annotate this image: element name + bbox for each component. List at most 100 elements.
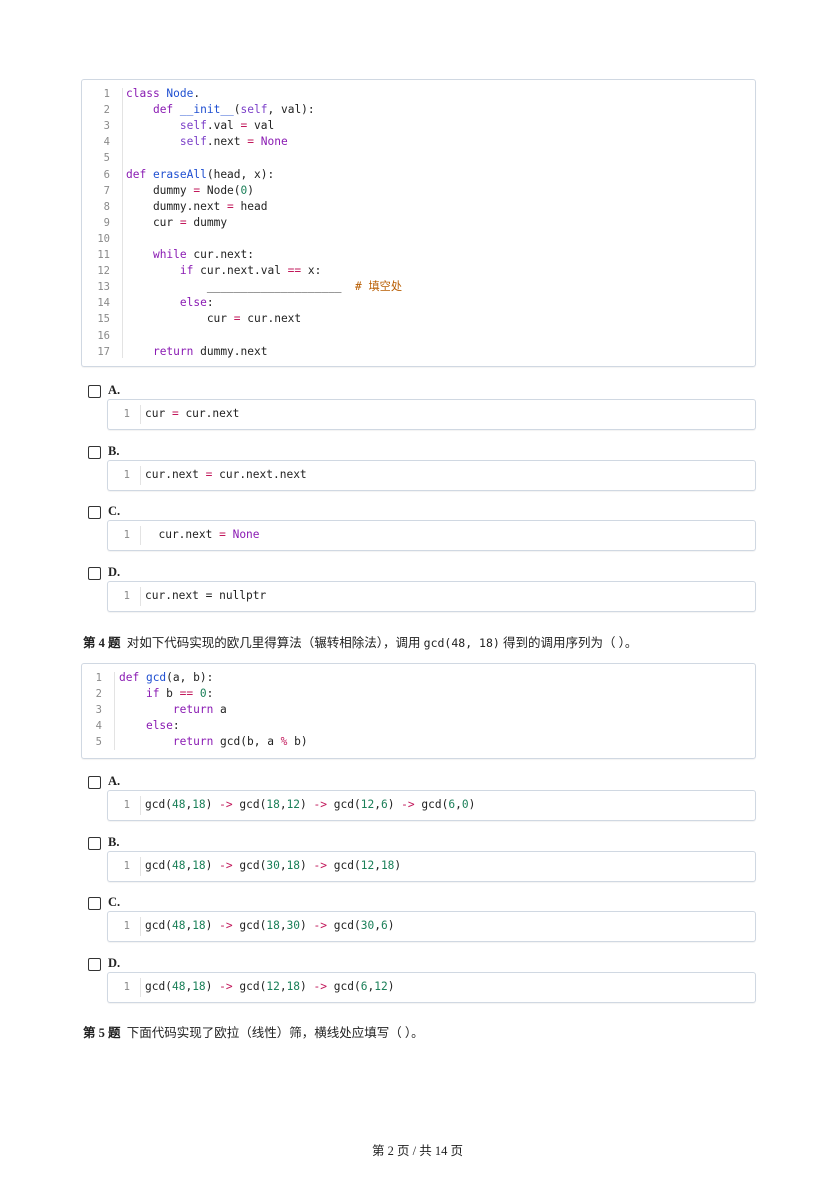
- code-token: =: [227, 199, 234, 213]
- code-token: 48: [171, 798, 186, 811]
- code-token: cur.next: [240, 312, 302, 326]
- option-code-box[interactable]: 1 gcd(48,18) -> gcd(18,12) -> gcd(12,6) -…: [107, 790, 756, 821]
- code-text: gcd(48,18) -> gcd(18,30) -> gcd(30,6): [145, 918, 394, 934]
- code-token: def: [126, 167, 153, 181]
- code-token: return: [172, 735, 214, 748]
- option-checkbox[interactable]: [88, 445, 101, 459]
- option-checkbox[interactable]: [88, 957, 101, 971]
- code-token: else: [145, 719, 173, 732]
- code-token: gcd(: [414, 798, 449, 811]
- code-token: gcd(: [232, 919, 267, 932]
- code-token: 12: [360, 858, 375, 872]
- code-token: :: [172, 719, 180, 732]
- code-token: ->: [219, 858, 233, 872]
- code-token: ->: [313, 979, 328, 993]
- option-code-box[interactable]: 1 cur = cur.next: [107, 399, 756, 430]
- code-token: ): [205, 798, 220, 811]
- code-line: 12 if cur.next.val == x:: [82, 263, 755, 279]
- code-token: 18: [286, 979, 301, 993]
- option-label: D.: [108, 564, 121, 579]
- code-text: return a: [119, 702, 227, 718]
- option-label: B.: [108, 834, 120, 849]
- code-token: dummy: [186, 215, 228, 229]
- code-text: cur = dummy: [126, 215, 227, 231]
- option-checkbox[interactable]: [88, 776, 101, 789]
- code-token: 12: [286, 798, 301, 811]
- code-token: 48: [171, 858, 186, 872]
- line-number: 14: [97, 297, 110, 310]
- line-number: 1: [123, 408, 130, 420]
- option-checkbox[interactable]: [88, 506, 101, 519]
- line-number: 2: [95, 688, 102, 700]
- line-number: 8: [103, 200, 110, 213]
- code-line: 1 gcd(48,18) -> gcd(18,12) -> gcd(12,6) -…: [108, 797, 755, 813]
- option-code-box[interactable]: 1 gcd(48,18) -> gcd(12,18) -> gcd(6,12): [107, 971, 756, 1003]
- option-code-box[interactable]: 1 cur.next = cur.next.next: [107, 459, 756, 491]
- code-token: 48: [171, 979, 186, 993]
- code-text: ____________________ # 填空处: [126, 279, 402, 295]
- option-code-box[interactable]: 1 gcd(48,18) -> gcd(30,18) -> gcd(12,18): [107, 850, 756, 882]
- option-code-box[interactable]: 1 cur.next = nullptr: [107, 580, 756, 612]
- code-token: None: [225, 528, 260, 541]
- code-line: 4 else:: [82, 718, 755, 734]
- line-number: 11: [97, 249, 110, 261]
- code-token: b): [287, 735, 308, 748]
- option-checkbox[interactable]: [88, 385, 101, 398]
- option-label: A.: [108, 774, 121, 788]
- page-footer: 第 2 页 / 共 14 页: [372, 1144, 463, 1158]
- code-token: ->: [401, 798, 415, 811]
- code-token: (head, x):: [206, 167, 275, 181]
- code-token: dummy.next: [126, 199, 228, 213]
- line-number: 4: [103, 136, 110, 149]
- option-checkbox[interactable]: [88, 566, 101, 580]
- code-token: :: [206, 687, 214, 700]
- line-number: 12: [97, 265, 110, 278]
- code-token: head: [233, 199, 268, 213]
- code-line: 13 ____________________ # 填空处: [82, 279, 755, 295]
- line-number: 13: [97, 281, 110, 294]
- option-label: C.: [108, 504, 121, 518]
- code-token: ,: [374, 858, 381, 872]
- line-number: 1: [123, 799, 130, 811]
- code-token: cur: [126, 215, 180, 229]
- code-line: 1 cur.next = cur.next.next: [108, 467, 755, 483]
- code-token: 18: [266, 798, 280, 811]
- code-token: else: [179, 296, 207, 310]
- code-token: # 填空处: [355, 280, 403, 294]
- code-line: 11 while cur.next:: [82, 247, 755, 263]
- option-code-box[interactable]: 1 gcd(48,18) -> gcd(18,30) -> gcd(30,6): [107, 911, 756, 942]
- code-text: self.next = None: [126, 134, 288, 150]
- code-token: ): [387, 919, 395, 932]
- line-number: 5: [103, 152, 110, 165]
- code-token: ): [300, 858, 314, 872]
- code-token: __init__: [179, 103, 234, 117]
- code-text: gcd(48,18) -> gcd(18,12) -> gcd(12,6) ->…: [145, 797, 475, 813]
- option-code-box[interactable]: 1 cur.next = None: [107, 520, 756, 551]
- code-token: 12: [360, 798, 375, 811]
- code-line: 14 else:: [82, 295, 755, 311]
- code-text: return gcd(b, a % b): [119, 734, 308, 750]
- line-number: 17: [97, 345, 110, 358]
- option-checkbox[interactable]: [88, 897, 101, 910]
- question-number: 第 4 题: [83, 636, 121, 650]
- option-label: D.: [108, 955, 121, 970]
- question-text: 下面代码实现了欧拉（线性）筛，横线处应填写（ ）。: [126, 1026, 424, 1040]
- code-line: 8 dummy.next = head: [82, 199, 755, 215]
- inline-code: gcd(48, 18): [423, 636, 500, 650]
- code-token: cur.next: [145, 528, 220, 541]
- code-token: while: [152, 248, 187, 261]
- code-token: self: [179, 119, 207, 133]
- code-text: def gcd(a, b):: [119, 670, 213, 686]
- code-token: self: [240, 103, 268, 117]
- option-checkbox[interactable]: [88, 836, 101, 850]
- code-token: ): [394, 858, 402, 872]
- question-number: 第 5 题: [83, 1026, 121, 1040]
- line-number: 1: [95, 672, 102, 684]
- code-token: ): [247, 183, 255, 197]
- code-line: 1 gcd(48,18) -> gcd(12,18) -> gcd(6,12): [108, 979, 755, 995]
- code-token: =: [219, 528, 226, 541]
- line-number: 3: [103, 120, 110, 133]
